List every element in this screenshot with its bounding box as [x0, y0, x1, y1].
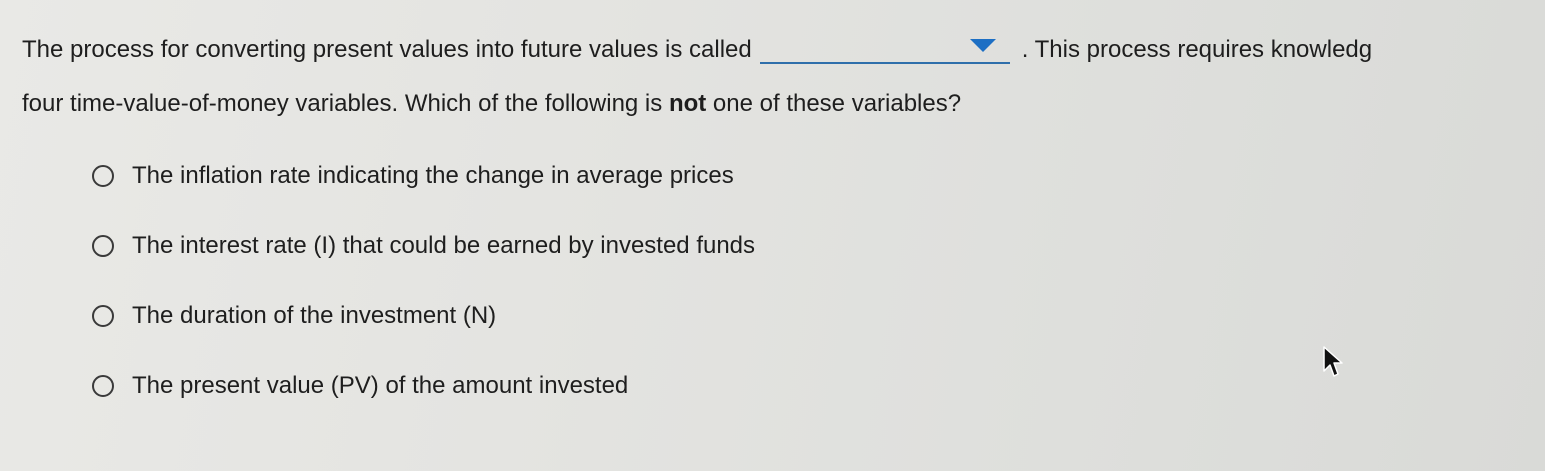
answer-dropdown[interactable] [759, 34, 1010, 64]
radio-button[interactable] [92, 165, 114, 187]
option-present-value[interactable]: The present value (PV) of the amount inv… [92, 368, 755, 404]
mouse-pointer-icon [1323, 346, 1343, 377]
question-line-2-suffix: one of these variables? [706, 90, 962, 117]
radio-button[interactable] [92, 235, 114, 257]
option-label: The duration of the investment (N) [132, 302, 497, 329]
chevron-down-icon [969, 38, 996, 52]
option-duration[interactable]: The duration of the investment (N) [92, 298, 755, 334]
radio-button[interactable] [92, 375, 114, 397]
question-line-1-prefix: The process for converting present value… [22, 36, 752, 63]
question-line-2-prefix: four time-value-of-money variables. Whic… [22, 90, 669, 117]
question-line-1: The process for converting present value… [22, 30, 1545, 64]
question-emphasis: not [668, 90, 707, 117]
option-interest-rate[interactable]: The interest rate (I) that could be earn… [92, 228, 755, 264]
radio-button[interactable] [92, 305, 114, 327]
option-inflation-rate[interactable]: The inflation rate indicating the change… [92, 158, 755, 194]
option-label: The interest rate (I) that could be earn… [132, 232, 756, 259]
question-line-1-suffix: . This process requires knowledg [1021, 36, 1373, 63]
question-text: The process for converting present value… [22, 30, 1545, 118]
answer-options: The inflation rate indicating the change… [92, 158, 755, 438]
option-label: The inflation rate indicating the change… [132, 162, 734, 189]
question-line-2: four time-value-of-money variables. Whic… [22, 84, 1545, 118]
option-label: The present value (PV) of the amount inv… [132, 372, 629, 399]
